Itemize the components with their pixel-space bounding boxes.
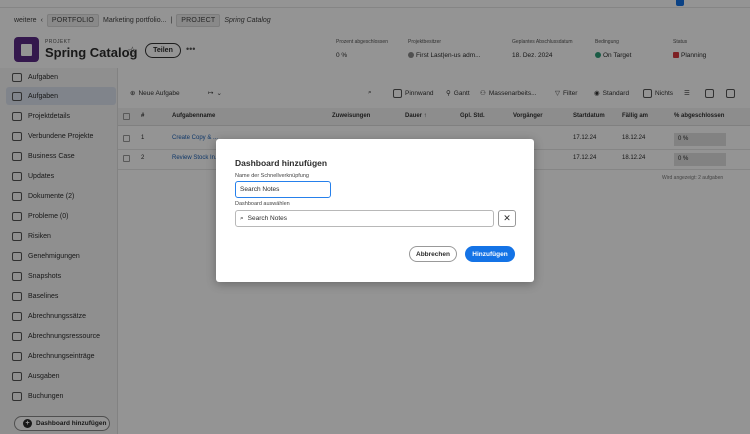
add-dashboard-dialog: Dashboard hinzufügen Name der Schnellver…: [216, 139, 534, 282]
dashboard-select[interactable]: ⌕ Search Notes: [235, 210, 494, 227]
dialog-title: Dashboard hinzufügen: [235, 158, 328, 168]
add-button[interactable]: Hinzufügen: [465, 246, 515, 262]
clear-button[interactable]: ✕: [498, 210, 516, 227]
dashboard-select-label: Dashboard auswählen: [235, 201, 290, 207]
shortcut-name-label: Name der Schnellverknüpfung: [235, 173, 309, 179]
shortcut-name-input[interactable]: [235, 181, 331, 198]
cancel-button[interactable]: Abbrechen: [409, 246, 457, 262]
search-icon: ⌕: [240, 214, 244, 222]
